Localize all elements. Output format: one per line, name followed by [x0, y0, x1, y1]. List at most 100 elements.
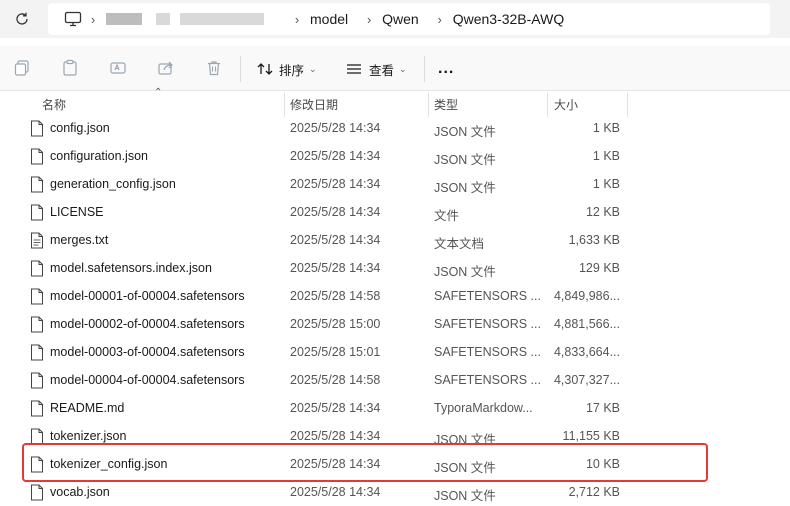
file-size: 12 KB	[585, 205, 620, 219]
delete-button[interactable]	[202, 56, 226, 80]
file-modified-date: 2025/5/28 14:34	[290, 233, 381, 247]
file-icon	[30, 120, 44, 137]
file-size: 11,155 KB	[562, 429, 620, 443]
breadcrumb-model[interactable]: model	[308, 11, 350, 27]
file-name: generation_config.json	[50, 177, 176, 191]
file-name: README.md	[50, 401, 125, 415]
file-name: model-00004-of-00004.safetensors	[50, 373, 245, 387]
file-modified-date: 2025/5/28 14:58	[290, 289, 381, 303]
view-button[interactable]: 查看 ⌄	[346, 58, 407, 80]
column-header-type[interactable]: 类型	[434, 96, 458, 113]
file-type: 文件	[434, 209, 460, 223]
column-header-name[interactable]: 名称	[42, 96, 66, 113]
file-modified-date: 2025/5/28 14:34	[290, 401, 381, 415]
sort-button[interactable]: 排序 ⌄	[256, 58, 317, 80]
file-size: 2,712 KB	[568, 485, 620, 499]
file-size: 1 KB	[592, 149, 620, 163]
sort-label: 排序	[279, 63, 305, 78]
paste-icon	[63, 59, 77, 76]
file-size: 4,833,664...	[553, 345, 620, 359]
breadcrumb-qwen[interactable]: Qwen	[380, 11, 421, 27]
redacted-crumb	[156, 13, 170, 25]
file-row[interactable]: model.safetensors.index.json 2025/5/28 14…	[0, 254, 790, 282]
file-row[interactable]: vocab.json 2025/5/28 14:34 JSON 文件 2,712 KB	[0, 478, 790, 506]
share-button[interactable]	[154, 56, 178, 80]
file-size: 1,633 KB	[568, 233, 620, 247]
computer-icon	[64, 10, 82, 28]
file-icon	[30, 484, 44, 501]
chevron-down-icon: ⌄	[309, 63, 317, 74]
trash-icon	[208, 61, 220, 76]
file-modified-date: 2025/5/28 14:34	[290, 177, 381, 191]
file-modified-date: 2025/5/28 14:34	[290, 205, 381, 219]
file-row[interactable]: generation_config.json 2025/5/28 14:34 JSO…	[0, 170, 790, 198]
file-type: SAFETENSORS ...	[434, 289, 541, 303]
file-row[interactable]: model-00001-of-00004.safetensors 2025/5/2…	[0, 282, 790, 310]
file-icon	[30, 456, 44, 473]
column-header-date[interactable]: 修改日期	[290, 96, 338, 113]
file-modified-date: 2025/5/28 14:34	[290, 261, 381, 275]
file-modified-date: 2025/5/28 14:58	[290, 373, 381, 387]
file-size: 10 KB	[585, 457, 620, 471]
copy-button[interactable]	[10, 56, 34, 80]
file-type: SAFETENSORS ...	[434, 373, 541, 387]
sort-icon	[257, 63, 273, 75]
chevron-right-icon: ›	[437, 11, 442, 27]
file-size: 4,307,327...	[553, 373, 620, 387]
file-row[interactable]: README.md 2025/5/28 14:34 TyporaMarkdow...…	[0, 394, 790, 422]
file-row[interactable]: tokenizer_config.json 2025/5/28 14:34 JSON…	[0, 450, 790, 478]
file-row[interactable]: model-00002-of-00004.safetensors 2025/5/2…	[0, 310, 790, 338]
file-row[interactable]: merges.txt 2025/5/28 14:34 文本文档 1,633 KB	[0, 226, 790, 254]
rename-icon	[110, 62, 126, 74]
file-list: config.json 2025/5/28 14:34 JSON 文件 1 KB con…	[0, 114, 790, 506]
file-type: JSON 文件	[434, 181, 496, 195]
file-row[interactable]: configuration.json 2025/5/28 14:34 JSON 文件…	[0, 142, 790, 170]
chevron-right-icon: ›	[366, 11, 372, 27]
file-icon	[30, 176, 44, 193]
file-type: TyporaMarkdow...	[434, 401, 533, 415]
file-type: JSON 文件	[434, 125, 496, 139]
rename-button[interactable]	[106, 56, 130, 80]
address-bar-region: › › model › Qwen › Qwen3-32B-AWQ	[0, 0, 790, 38]
file-type: JSON 文件	[434, 265, 496, 279]
file-row[interactable]: config.json 2025/5/28 14:34 JSON 文件 1 KB	[0, 114, 790, 142]
file-modified-date: 2025/5/28 14:34	[290, 457, 381, 471]
file-modified-date: 2025/5/28 14:34	[290, 121, 381, 135]
file-name: merges.txt	[50, 233, 109, 247]
column-header-size[interactable]: 大小	[554, 96, 578, 113]
file-modified-date: 2025/5/28 14:34	[290, 485, 381, 499]
file-modified-date: 2025/5/28 14:34	[290, 149, 381, 163]
file-row[interactable]: tokenizer.json 2025/5/28 14:34 JSON 文件 11,1…	[0, 422, 790, 450]
file-row[interactable]: model-00003-of-00004.safetensors 2025/5/2…	[0, 338, 790, 366]
file-name: tokenizer_config.json	[50, 457, 168, 471]
file-row[interactable]: model-00004-of-00004.safetensors 2025/5/2…	[0, 366, 790, 394]
chevron-down-icon: ⌄	[399, 63, 407, 74]
file-icon	[30, 372, 44, 389]
paste-button[interactable]	[58, 56, 82, 80]
file-icon	[30, 148, 44, 165]
file-icon	[30, 344, 44, 361]
chevron-right-icon: ›	[90, 11, 96, 27]
redacted-crumb	[180, 13, 264, 25]
chevron-right-icon: ›	[294, 11, 300, 27]
file-row[interactable]: LICENSE 2025/5/28 14:34 文件 12 KB	[0, 198, 790, 226]
file-name: model.safetensors.index.json	[50, 261, 212, 275]
view-label: 查看	[369, 63, 395, 78]
redacted-crumb	[106, 13, 142, 25]
file-type: 文本文档	[434, 237, 485, 251]
file-modified-date: 2025/5/28 14:34	[290, 429, 381, 443]
file-size: 4,881,566...	[553, 317, 620, 331]
file-type: JSON 文件	[434, 461, 496, 475]
file-type: SAFETENSORS ...	[434, 345, 541, 359]
file-icon	[30, 428, 44, 445]
breadcrumb-qwen3-32b-awq[interactable]: Qwen3-32B-AWQ	[451, 11, 567, 27]
more-options-button[interactable]: ...	[438, 60, 454, 78]
file-name: model-00003-of-00004.safetensors	[50, 345, 245, 359]
file-size: 129 KB	[578, 261, 620, 275]
toolbar-divider	[424, 56, 425, 82]
text-file-icon	[30, 232, 44, 249]
file-type: JSON 文件	[434, 433, 496, 447]
refresh-button[interactable]	[8, 6, 36, 32]
file-icon	[30, 316, 44, 333]
address-bar[interactable]: › › model › Qwen › Qwen3-32B-AWQ	[48, 3, 770, 35]
